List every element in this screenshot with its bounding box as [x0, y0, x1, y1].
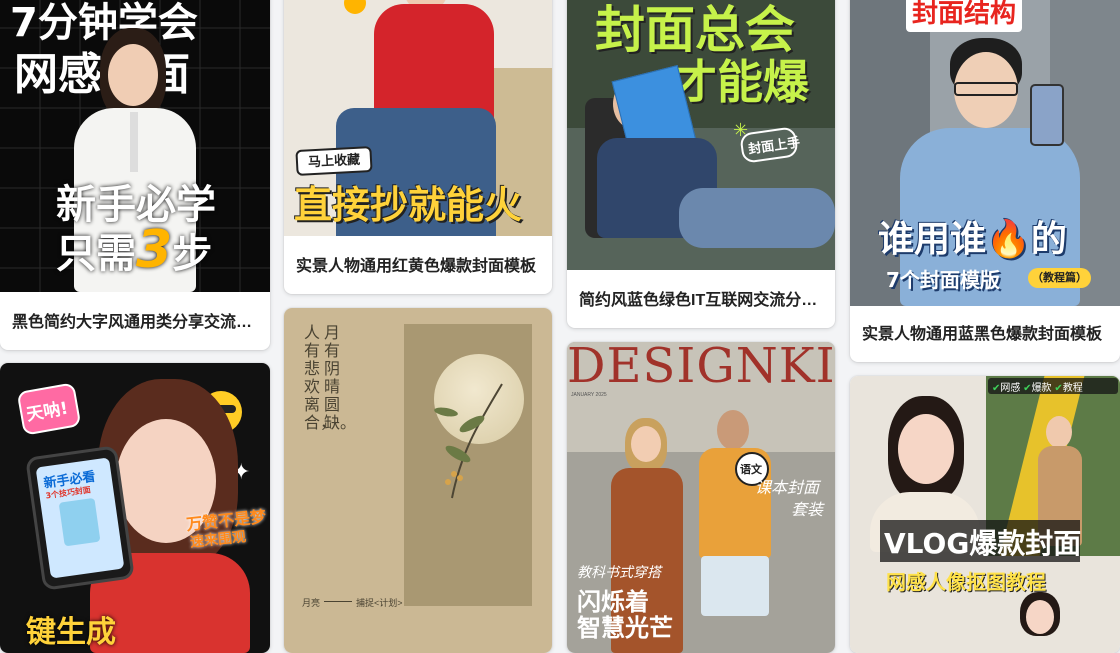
top-label: 封面结构	[906, 0, 1023, 32]
footer-divider	[324, 601, 352, 602]
fire-icon: 🔥	[986, 219, 1031, 260]
footer-text: 月亮	[302, 598, 321, 608]
tag-label: （教程篇）	[1028, 268, 1091, 288]
poster-subtitle: 7个封面模版	[886, 268, 1000, 292]
flower-branch-illustration	[434, 383, 503, 499]
poster-headline: VLOG爆款封面	[884, 527, 1082, 560]
poem-column: 月有阴晴圆缺。	[324, 323, 357, 432]
issue-date: JANUARY 2025	[571, 392, 607, 398]
poster-headline: 智慧光芒	[577, 613, 673, 642]
person-photo	[695, 398, 775, 653]
footer-text: 捕捉<计划>	[356, 598, 403, 608]
template-card[interactable]: 马上收藏 直接抄就能火 实景人物通用红黄色爆款封面模板	[284, 0, 552, 294]
template-thumbnail[interactable]: ✔网感 ✔爆款 ✔教程 VLOG爆款封面 网感人像抠图教程	[850, 376, 1120, 653]
poster-subtitle: 只需3步	[56, 220, 213, 280]
tag-label: 马上收藏	[295, 146, 373, 176]
template-card[interactable]: ✔网感 ✔爆款 ✔教程 VLOG爆款封面 网感人像抠图教程	[850, 376, 1120, 653]
poster-headline: 键生成	[26, 615, 116, 650]
poster-subtitle: 课本封面	[755, 478, 820, 497]
person-photo	[1010, 592, 1070, 653]
person-photo	[579, 65, 835, 270]
template-thumbnail[interactable]: 马上收藏 直接抄就能火	[284, 0, 552, 236]
template-card[interactable]: 人有悲欢离合， 月有阴晴圆缺。 月亮 捕捉<计划>	[284, 308, 552, 653]
poem-column: 人有悲欢离合，	[304, 323, 337, 432]
tag-list: ✔网感 ✔爆款 ✔教程	[992, 383, 1083, 394]
check-icon: ✔	[1023, 383, 1032, 394]
template-card[interactable]: 7分钟学会 网感封面 新手必学 只需3步 黑色简约大字风通用类分享交流封面	[0, 0, 270, 350]
template-title[interactable]: 黑色简约大字风通用类分享交流封面	[12, 308, 258, 332]
template-thumbnail[interactable]: 人有悲欢离合， 月有阴晴圆缺。 月亮 捕捉<计划>	[284, 308, 552, 653]
check-icon: ✔	[1054, 383, 1063, 394]
template-thumbnail[interactable]: 天呐! ✦ 新手必看 3个技巧封面 万赞不是梦 速来围观 键生成	[0, 363, 270, 653]
template-thumbnail[interactable]: 7分钟学会 网感封面 新手必学 只需3步	[0, 0, 270, 292]
poster-subtitle: 教科书式穿搭	[577, 565, 661, 581]
magazine-masthead: DESIGNKIT	[567, 342, 835, 394]
template-thumbnail[interactable]: 封面总会 才能爆 ✳ 封面上手	[567, 0, 835, 270]
poster-subtitle: 网感人像抠图教程	[886, 570, 1046, 594]
template-title[interactable]: 简约风蓝色绿色IT互联网交流分享封面	[579, 286, 823, 310]
template-thumbnail[interactable]: DESIGNKIT JANUARY 2025 语文 课本封面 套装 教科书式穿搭…	[567, 342, 835, 653]
template-title[interactable]: 实景人物通用蓝黑色爆款封面模板	[862, 320, 1108, 344]
template-thumbnail[interactable]: 封面结构 谁用谁🔥的 7个封面模版 （教程篇）	[850, 0, 1120, 306]
poster-subtitle: 套装	[791, 500, 824, 519]
phone-mockup: 新手必看 3个技巧封面	[25, 445, 135, 591]
template-card[interactable]: 封面结构 谁用谁🔥的 7个封面模版 （教程篇） 实景人物通用蓝黑色爆款封面模板	[850, 0, 1120, 362]
template-card[interactable]: DESIGNKIT JANUARY 2025 语文 课本封面 套装 教科书式穿搭…	[567, 342, 835, 653]
template-title[interactable]: 实景人物通用红黄色爆款封面模板	[296, 252, 540, 276]
poster-headline: 谁用谁🔥的	[878, 219, 1067, 260]
template-card[interactable]: 天呐! ✦ 新手必看 3个技巧封面 万赞不是梦 速来围观 键生成	[0, 363, 270, 653]
template-card[interactable]: 封面总会 才能爆 ✳ 封面上手 简约风蓝色绿色IT互联网交流分享封面	[567, 0, 835, 328]
poster-headline: 直接抄就能火	[294, 183, 523, 227]
